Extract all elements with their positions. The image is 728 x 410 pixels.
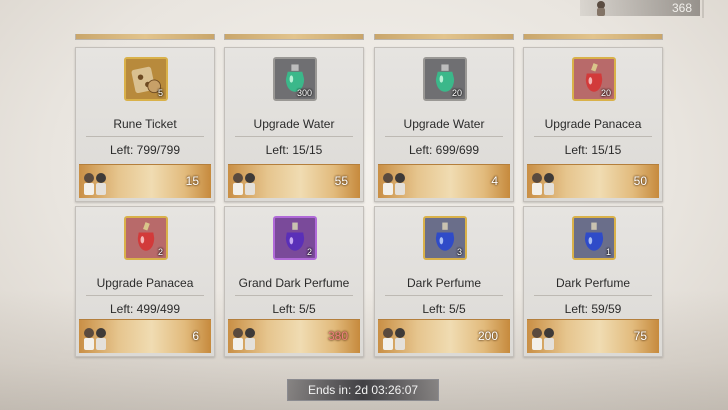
item-quantity: 20 [451, 88, 462, 98]
shop-item-card[interactable]: 3 Dark Perfume Left: 5/5 200 [374, 206, 514, 357]
price-bar[interactable]: 75 [527, 319, 659, 353]
item-price: 6 [192, 329, 199, 343]
item-price: 4 [491, 174, 498, 188]
divider [385, 295, 503, 296]
item-price: 200 [477, 329, 498, 343]
currency-counter: 368 [580, 0, 700, 16]
green-potion-icon: 300 [273, 57, 317, 101]
divider [385, 136, 503, 137]
partial-card-strip [224, 34, 364, 40]
price-bar[interactable]: 55 [228, 164, 360, 198]
shop-item-card[interactable]: 20 Upgrade Panacea Left: 15/15 50 [523, 47, 663, 202]
shop-item-card[interactable]: 1 Dark Perfume Left: 59/59 75 [523, 206, 663, 357]
shop-item-card[interactable]: 300 Upgrade Water Left: 15/15 55 [224, 47, 364, 202]
item-stock: Left: 15/15 [265, 143, 323, 157]
character-chibi-icon [532, 328, 554, 350]
partial-card-strip [523, 34, 663, 40]
red-potion-icon: 20 [572, 57, 616, 101]
item-quantity: 3 [456, 247, 462, 257]
price-bar[interactable]: 4 [378, 164, 510, 198]
character-chibi-icon [233, 173, 255, 195]
purple-perfume-icon: 2 [273, 216, 317, 260]
shop-item-card[interactable]: 2 Grand Dark Perfume Left: 5/5 380 [224, 206, 364, 357]
green-potion-icon: 20 [423, 57, 467, 101]
item-quantity: 5 [157, 88, 163, 98]
item-stock: Left: 699/699 [408, 143, 480, 157]
item-name: Upgrade Water [253, 117, 335, 131]
character-chibi-icon [84, 173, 106, 195]
price-bar[interactable]: 6 [79, 319, 211, 353]
item-quantity: 20 [600, 88, 611, 98]
item-quantity: 1 [605, 247, 611, 257]
divider [86, 136, 204, 137]
item-stock: Left: 5/5 [272, 302, 316, 316]
item-quantity: 2 [306, 247, 312, 257]
item-price: 380 [327, 329, 348, 343]
character-chibi-icon [383, 328, 405, 350]
price-bar[interactable]: 15 [79, 164, 211, 198]
character-chibi-icon [233, 328, 255, 350]
shop-timer: Ends in: 2d 03:26:07 [287, 379, 439, 401]
red-potion-icon: 2 [124, 216, 168, 260]
item-name: Upgrade Water [403, 117, 485, 131]
character-chibi-icon [383, 173, 405, 195]
item-stock: Left: 499/499 [109, 302, 181, 316]
shop-item-card[interactable]: 5 Rune Ticket Left: 799/799 15 [75, 47, 215, 202]
partial-card-strip [75, 34, 215, 40]
character-chibi-icon [84, 328, 106, 350]
divider [534, 136, 652, 137]
partial-card-strip [374, 34, 514, 40]
item-price: 50 [633, 174, 647, 188]
item-stock: Left: 799/799 [109, 143, 181, 157]
price-bar[interactable]: 380 [228, 319, 360, 353]
item-price: 15 [185, 174, 199, 188]
price-bar[interactable]: 50 [527, 164, 659, 198]
divider [235, 295, 353, 296]
shop-item-card[interactable]: 2 Upgrade Panacea Left: 499/499 6 [75, 206, 215, 357]
item-stock: Left: 59/59 [564, 302, 622, 316]
shop-item-card[interactable]: 20 Upgrade Water Left: 699/699 4 [374, 47, 514, 202]
item-stock: Left: 15/15 [564, 143, 622, 157]
character-chibi-icon [532, 173, 554, 195]
rune-ticket-icon: 5 [124, 57, 168, 101]
blue-perfume-icon: 1 [572, 216, 616, 260]
item-price: 55 [334, 174, 348, 188]
corner-arrow-icon[interactable] [702, 0, 728, 18]
item-name: Rune Ticket [113, 117, 177, 131]
item-name: Dark Perfume [555, 276, 631, 290]
item-stock: Left: 5/5 [422, 302, 466, 316]
item-name: Grand Dark Perfume [238, 276, 350, 290]
item-name: Upgrade Panacea [96, 276, 194, 290]
item-price: 75 [633, 329, 647, 343]
blue-perfume-icon: 3 [423, 216, 467, 260]
item-name: Upgrade Panacea [544, 117, 642, 131]
divider [235, 136, 353, 137]
item-quantity: 2 [157, 247, 163, 257]
item-quantity: 300 [296, 88, 312, 98]
divider [86, 295, 204, 296]
divider [534, 295, 652, 296]
price-bar[interactable]: 200 [378, 319, 510, 353]
item-name: Dark Perfume [406, 276, 482, 290]
